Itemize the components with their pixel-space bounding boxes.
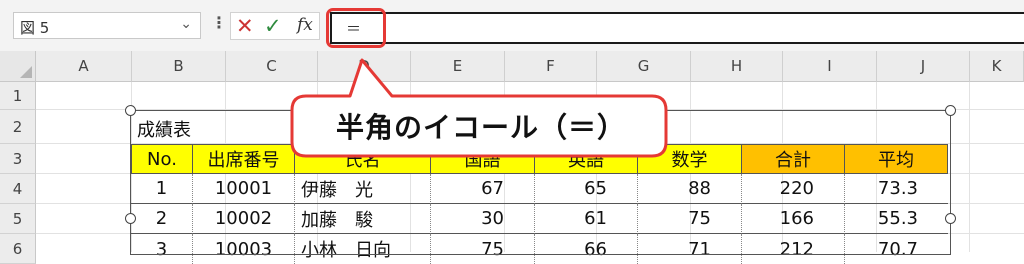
callout-text: 半角のイコール（＝）: [335, 111, 626, 144]
